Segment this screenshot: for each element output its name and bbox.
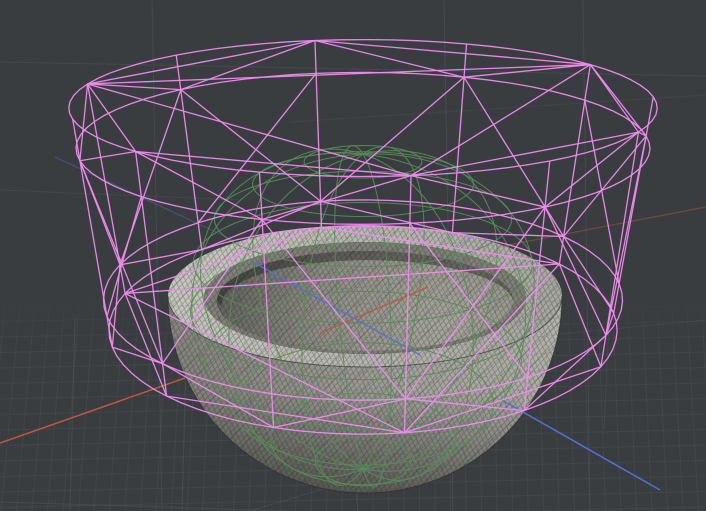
bowl-mesh-triangulation [140,200,600,505]
3d-viewport-canvas[interactable] [0,0,706,511]
viewport-window [0,0,706,511]
bowl-mesh-object[interactable] [140,200,600,505]
